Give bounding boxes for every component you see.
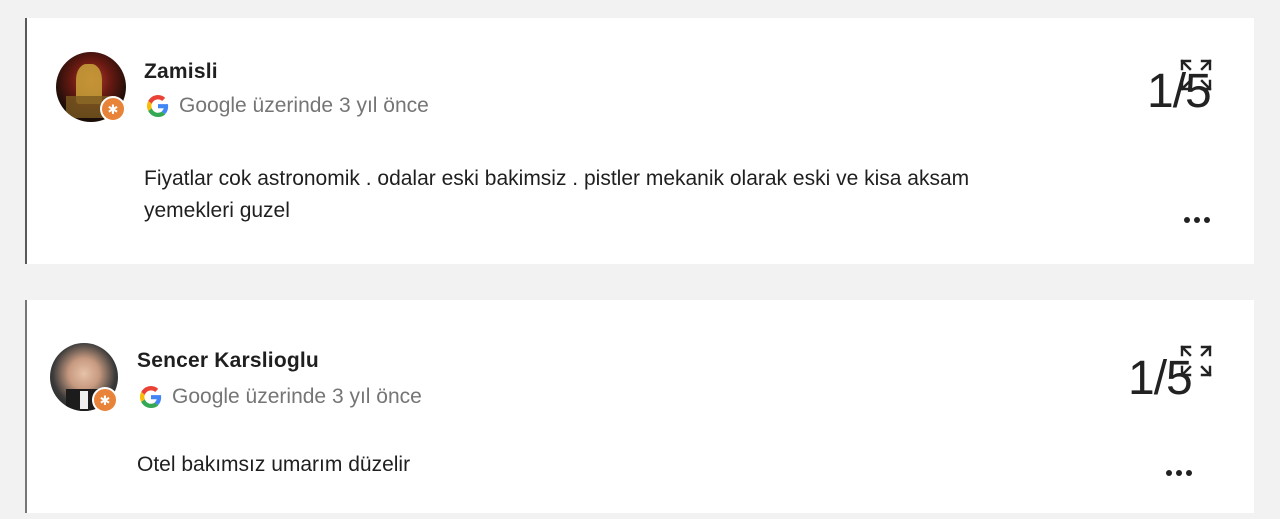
- avatar[interactable]: ✱: [50, 343, 118, 413]
- expand-icon[interactable]: [1179, 58, 1213, 92]
- more-options-icon[interactable]: [1166, 470, 1192, 476]
- star-badge-icon: ✱: [100, 96, 126, 122]
- google-g-icon: [147, 95, 169, 117]
- more-options-icon[interactable]: [1184, 217, 1210, 223]
- author-name[interactable]: Sencer Karslioglu: [137, 349, 319, 373]
- author-name[interactable]: Zamisli: [144, 60, 218, 84]
- review-source: Google üzerinde 3 yıl önce: [147, 94, 429, 118]
- review-card: ✱ Zamisli Google üzerinde 3 yıl önce Fiy…: [25, 18, 1254, 264]
- review-source: Google üzerinde 3 yıl önce: [140, 385, 422, 409]
- review-text: Otel bakımsız umarım düzelir: [137, 449, 410, 481]
- review-source-text: Google üzerinde 3 yıl önce: [179, 94, 429, 117]
- review-text-line: Otel bakımsız umarım düzelir: [137, 453, 411, 476]
- google-g-icon: [140, 386, 162, 408]
- review-text: Fiyatlar cok astronomik . odalar eski ba…: [144, 163, 969, 227]
- avatar[interactable]: ✱: [56, 52, 126, 122]
- expand-icon[interactable]: [1179, 344, 1213, 378]
- review-text-line: yemekleri guzel: [144, 199, 290, 222]
- review-text-line: Fiyatlar cok astronomik . odalar eski ba…: [144, 167, 970, 190]
- review-card: ✱ Sencer Karslioglu Google üzerinde 3 yı…: [25, 300, 1254, 513]
- star-badge-icon: ✱: [92, 387, 118, 413]
- review-source-text: Google üzerinde 3 yıl önce: [172, 385, 422, 408]
